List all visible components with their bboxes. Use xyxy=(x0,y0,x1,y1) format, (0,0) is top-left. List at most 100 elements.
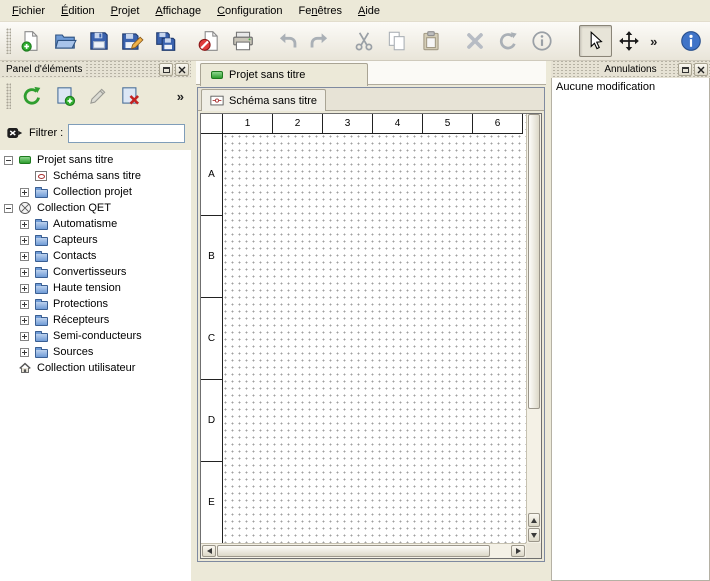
panel-toolbar-grip[interactable] xyxy=(6,83,11,109)
tree-item-schema[interactable]: Schéma sans titre xyxy=(0,168,191,184)
paste-icon xyxy=(419,29,443,53)
edit-element-button[interactable] xyxy=(83,81,113,111)
element-info-button[interactable] xyxy=(525,25,558,57)
vertical-scrollbar[interactable] xyxy=(526,114,541,543)
undo-dock-titlebar[interactable]: Annulations xyxy=(551,61,710,78)
undo-history-list[interactable]: Aucune modification xyxy=(551,78,710,581)
print-button[interactable] xyxy=(227,25,260,57)
tree-item-haute-tension[interactable]: Haute tension xyxy=(0,280,191,296)
pan-mode-button[interactable] xyxy=(613,25,646,57)
print-icon xyxy=(231,29,255,53)
menu-item-affichage[interactable]: Affichage xyxy=(147,2,209,20)
tree-item-contacts[interactable]: Contacts xyxy=(0,248,191,264)
new-element-icon xyxy=(53,84,77,108)
expand-icon[interactable] xyxy=(20,268,29,277)
scroll-right-button[interactable] xyxy=(511,545,525,557)
expand-icon[interactable] xyxy=(20,284,29,293)
float-dock-button[interactable] xyxy=(678,63,692,76)
ruler-column-label: 2 xyxy=(273,114,323,134)
copy-button[interactable] xyxy=(381,25,414,57)
vscroll-thumb[interactable] xyxy=(528,114,540,409)
scroll-left-button[interactable] xyxy=(202,545,216,557)
diagram-tabbar: Schéma sans titre xyxy=(198,88,544,111)
about-button[interactable] xyxy=(674,25,707,57)
filter-input[interactable] xyxy=(68,124,185,143)
toolbar-grip[interactable] xyxy=(6,28,11,54)
float-icon xyxy=(163,67,170,73)
main-area: Panel d'éléments xyxy=(0,61,710,581)
folder-icon xyxy=(33,266,49,279)
scroll-up-button[interactable] xyxy=(528,513,540,527)
undo-list-item: Aucune modification xyxy=(552,78,709,96)
tree-item-recepteurs[interactable]: Récepteurs xyxy=(0,312,191,328)
redo-button[interactable] xyxy=(304,25,337,57)
delete-button[interactable] xyxy=(458,25,491,57)
tab-projet-sans-titre[interactable]: Projet sans titre xyxy=(200,63,368,86)
tree-item-project[interactable]: Projet sans titre xyxy=(0,152,191,168)
undo-icon xyxy=(275,29,299,53)
elements-panel-dock: Panel d'éléments xyxy=(0,61,191,581)
hscroll-thumb[interactable] xyxy=(217,545,490,557)
float-dock-button[interactable] xyxy=(159,63,173,76)
new-project-button[interactable] xyxy=(15,25,48,57)
collapse-icon[interactable] xyxy=(4,204,13,213)
expand-icon[interactable] xyxy=(20,188,29,197)
expand-icon[interactable] xyxy=(20,236,29,245)
select-mode-button[interactable] xyxy=(579,25,612,57)
scroll-down-button[interactable] xyxy=(528,528,540,542)
menu-item-fichier[interactable]: Fichier xyxy=(4,2,53,20)
tree-item-protections[interactable]: Protections xyxy=(0,296,191,312)
menu-item-configuration[interactable]: Configuration xyxy=(209,2,290,20)
tree-item-semi-conducteurs[interactable]: Semi-conducteurs xyxy=(0,328,191,344)
expand-icon[interactable] xyxy=(20,220,29,229)
tree-item-automatisme[interactable]: Automatisme xyxy=(0,216,191,232)
ruler-column-label: 4 xyxy=(373,114,423,134)
hscroll-track[interactable] xyxy=(217,544,511,558)
save-as-icon xyxy=(120,29,144,53)
expand-icon[interactable] xyxy=(20,300,29,309)
tree-item-collection-projet[interactable]: Collection projet xyxy=(0,184,191,200)
vscroll-track[interactable] xyxy=(527,114,541,513)
save-as-button[interactable] xyxy=(116,25,149,57)
close-dock-button[interactable] xyxy=(694,63,708,76)
delete-element-icon xyxy=(119,84,143,108)
reload-collections-button[interactable] xyxy=(17,81,47,111)
tab-schema-sans-titre[interactable]: Schéma sans titre xyxy=(201,89,326,111)
menu-item-aide[interactable]: Aide xyxy=(350,2,388,20)
menu-item-projet[interactable]: Projet xyxy=(103,2,148,20)
save-all-button[interactable] xyxy=(150,25,183,57)
new-element-button[interactable] xyxy=(50,81,80,111)
open-project-button[interactable] xyxy=(49,25,82,57)
close-dock-button[interactable] xyxy=(175,63,189,76)
filter-label: Filtrer : xyxy=(29,127,63,139)
tree-item-sources[interactable]: Sources xyxy=(0,344,191,360)
rotate-button[interactable] xyxy=(492,25,525,57)
toolbar-overflow-button[interactable]: » xyxy=(646,34,661,49)
horizontal-scrollbar[interactable] xyxy=(201,543,526,558)
menu-item-fenetres[interactable]: Fenêtres xyxy=(291,2,350,20)
expand-icon[interactable] xyxy=(20,332,29,341)
paste-button[interactable] xyxy=(415,25,448,57)
expand-icon[interactable] xyxy=(20,252,29,261)
arrow-left-icon xyxy=(207,548,212,554)
tree-item-collection-qet[interactable]: Collection QET xyxy=(0,200,191,216)
tree-item-collection-utilisateur[interactable]: Collection utilisateur xyxy=(0,360,191,376)
scissors-icon xyxy=(352,29,376,53)
arrow-down-icon xyxy=(531,533,537,538)
menu-item-edition[interactable]: Édition xyxy=(53,2,103,20)
cut-button[interactable] xyxy=(347,25,380,57)
main-toolbar: » xyxy=(0,22,710,61)
undo-button[interactable] xyxy=(270,25,303,57)
expand-icon[interactable] xyxy=(20,348,29,357)
elements-panel-titlebar[interactable]: Panel d'éléments xyxy=(0,61,191,78)
tree-item-convertisseurs[interactable]: Convertisseurs xyxy=(0,264,191,280)
close-file-button[interactable] xyxy=(193,25,226,57)
scrollbar-corner xyxy=(526,543,541,558)
save-button[interactable] xyxy=(82,25,115,57)
collapse-icon[interactable] xyxy=(4,156,13,165)
tree-item-capteurs[interactable]: Capteurs xyxy=(0,232,191,248)
delete-element-button[interactable] xyxy=(116,81,146,111)
panel-overflow-button[interactable]: » xyxy=(173,89,188,104)
diagram-canvas[interactable]: 1 2 3 4 5 6 A B C D E xyxy=(201,114,526,543)
expand-icon[interactable] xyxy=(20,316,29,325)
